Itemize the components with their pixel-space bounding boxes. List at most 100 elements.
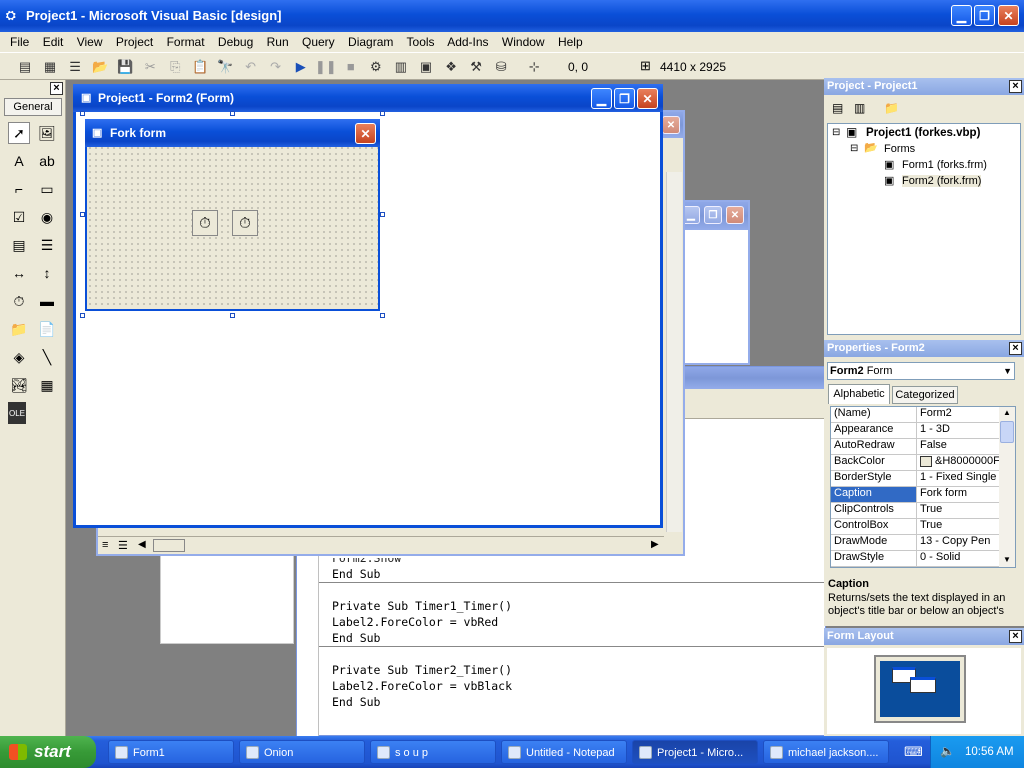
property-value[interactable]: True — [917, 519, 999, 534]
find-icon[interactable]: 🔭 — [215, 56, 237, 78]
checkbox-icon[interactable]: ☑ — [8, 206, 30, 228]
textbox-icon[interactable]: ab — [36, 150, 58, 172]
property-row[interactable]: ClipControls True — [831, 503, 999, 519]
form-designer-window[interactable]: ▣ Project1 - Form2 (Form) ▁ ❐ ✕ ▣ Fork f… — [73, 84, 663, 528]
dirlistbox-icon[interactable]: 📁 — [8, 318, 30, 340]
tab-alphabetic[interactable]: Alphabetic — [828, 384, 890, 404]
property-row[interactable]: DrawMode 13 - Copy Pen — [831, 535, 999, 551]
taskbar-button-onion[interactable]: Onion — [239, 740, 365, 764]
open-project-icon[interactable]: 📂 — [89, 56, 111, 78]
properties-close-icon[interactable]: × — [1009, 342, 1022, 355]
resize-handle[interactable] — [230, 111, 235, 116]
copy-icon[interactable]: ⎘ — [164, 56, 186, 78]
timer1-control[interactable]: ⏱ — [192, 210, 218, 236]
shape-icon[interactable]: ◈ — [8, 346, 30, 368]
resize-handle[interactable] — [380, 111, 385, 116]
property-row[interactable]: Caption Fork form — [831, 487, 999, 503]
menu-addins[interactable]: Add-Ins — [447, 35, 488, 49]
property-value[interactable]: 0 - Solid — [917, 551, 999, 566]
main-title-bar[interactable]: ⛭ Project1 - Microsoft Visual Basic [des… — [0, 0, 1024, 32]
object-selector[interactable]: Form2 Form ▼ — [827, 362, 1015, 380]
form-designer-close-button[interactable]: ✕ — [637, 88, 658, 109]
end-icon[interactable]: ■ — [340, 56, 362, 78]
ole-icon[interactable]: OLE — [8, 402, 26, 424]
property-row[interactable]: Appearance 1 - 3D — [831, 423, 999, 439]
commandbutton-icon[interactable]: ▭ — [36, 178, 58, 200]
code-window-2-scrollbar[interactable] — [666, 172, 682, 532]
property-value[interactable]: Fork form — [917, 487, 999, 502]
code-line[interactable]: End Sub — [332, 567, 380, 581]
close-button[interactable]: ✕ — [998, 5, 1019, 26]
add-form-icon[interactable]: ▦ — [39, 56, 61, 78]
drivelistbox-icon[interactable]: ▬ — [36, 290, 58, 312]
form-designer-title-bar[interactable]: ▣ Project1 - Form2 (Form) ▁ ❐ ✕ — [73, 84, 663, 112]
project-item-form1[interactable]: Form1 (forks.frm) — [902, 159, 987, 171]
toggle-folders-icon[interactable]: 📁 — [884, 101, 899, 115]
menu-run[interactable]: Run — [267, 35, 289, 49]
menu-project[interactable]: Project — [116, 35, 153, 49]
property-value[interactable]: False — [917, 439, 999, 454]
toolbox-icon[interactable]: ⚒ — [465, 56, 487, 78]
project-item-form2[interactable]: Form2 (fork.frm) — [902, 175, 982, 187]
form1-maximize-button[interactable]: ❐ — [704, 206, 722, 224]
resize-handle[interactable] — [80, 313, 85, 318]
form-layout-icon[interactable]: ▣ — [415, 56, 437, 78]
taskbar-button-browser[interactable]: michael jackson.... — [763, 740, 889, 764]
chevron-down-icon[interactable]: ▼ — [1003, 363, 1012, 379]
frame-icon[interactable]: ⌐ — [8, 178, 30, 200]
view-code-icon[interactable]: ▤ — [832, 101, 843, 115]
fork-form-close-button[interactable]: ✕ — [355, 123, 376, 144]
menu-view[interactable]: View — [77, 35, 103, 49]
form-layout-close-icon[interactable]: × — [1009, 630, 1022, 643]
undo-icon[interactable]: ↶ — [240, 56, 262, 78]
scroll-thumb[interactable] — [1000, 421, 1014, 443]
procedure-view-icon[interactable]: ≡ — [102, 539, 108, 551]
fork-form[interactable]: ▣ Fork form ✕ ⏱ ⏱ — [85, 119, 380, 311]
menu-window[interactable]: Window — [502, 35, 545, 49]
code-line[interactable]: End Sub — [332, 631, 380, 645]
object-browser-icon[interactable]: ❖ — [440, 56, 462, 78]
taskbar-button-soup[interactable]: s o u p — [370, 740, 496, 764]
property-row[interactable]: DrawStyle 0 - Solid — [831, 551, 999, 567]
property-row[interactable]: (Name) Form2 — [831, 407, 999, 423]
menu-edit[interactable]: Edit — [43, 35, 64, 49]
add-project-icon[interactable]: ▤ — [14, 56, 36, 78]
menu-editor-icon[interactable]: ☰ — [64, 56, 86, 78]
menu-query[interactable]: Query — [302, 35, 335, 49]
property-row[interactable]: BorderStyle 1 - Fixed Single — [831, 471, 999, 487]
scroll-left-icon[interactable]: ◀ — [138, 539, 146, 550]
property-value[interactable]: 1 - Fixed Single — [917, 471, 999, 486]
project-root-label[interactable]: Project1 (forkes.vbp) — [866, 127, 980, 139]
code-line[interactable]: Private Sub Timer1_Timer() — [332, 599, 512, 613]
pointer-icon[interactable]: ➚ — [8, 122, 30, 144]
tree-expand-icon[interactable]: ⊟ — [832, 127, 840, 138]
code-window-2-close-button[interactable]: ✕ — [662, 116, 680, 134]
tab-categorized[interactable]: Categorized — [892, 386, 958, 404]
resize-handle[interactable] — [80, 212, 85, 217]
taskbar-button-notepad[interactable]: Untitled - Notepad — [501, 740, 627, 764]
property-grid-scrollbar[interactable]: ▲ ▼ — [999, 407, 1015, 567]
start-icon[interactable]: ▶ — [290, 56, 312, 78]
form-designer-minimize-button[interactable]: ▁ — [591, 88, 612, 109]
project-explorer-icon[interactable]: ⚙ — [365, 56, 387, 78]
minimize-button[interactable]: ▁ — [951, 5, 972, 26]
resize-handle[interactable] — [380, 212, 385, 217]
timer-icon[interactable]: ⏱ — [8, 290, 30, 312]
property-value[interactable]: 1 - 3D — [917, 423, 999, 438]
save-project-icon[interactable]: 💾 — [114, 56, 136, 78]
property-value[interactable]: True — [917, 503, 999, 518]
code-line[interactable]: Private Sub Timer2_Timer() — [332, 663, 512, 677]
optionbutton-icon[interactable]: ◉ — [36, 206, 58, 228]
forms-folder-label[interactable]: Forms — [884, 143, 915, 155]
scroll-down-icon[interactable]: ▼ — [1003, 555, 1011, 564]
label-icon[interactable]: A — [8, 150, 30, 172]
code-line[interactable]: Label2.ForeColor = vbRed — [332, 615, 498, 629]
code-line[interactable]: End Sub — [332, 695, 380, 709]
form1-close-button[interactable]: ✕ — [726, 206, 744, 224]
menu-diagram[interactable]: Diagram — [348, 35, 393, 49]
hscroll-thumb[interactable] — [153, 539, 185, 552]
redo-icon[interactable]: ↷ — [265, 56, 287, 78]
speaker-icon[interactable]: 🔈 — [940, 744, 955, 758]
property-row[interactable]: ControlBox True — [831, 519, 999, 535]
menu-help[interactable]: Help — [558, 35, 583, 49]
